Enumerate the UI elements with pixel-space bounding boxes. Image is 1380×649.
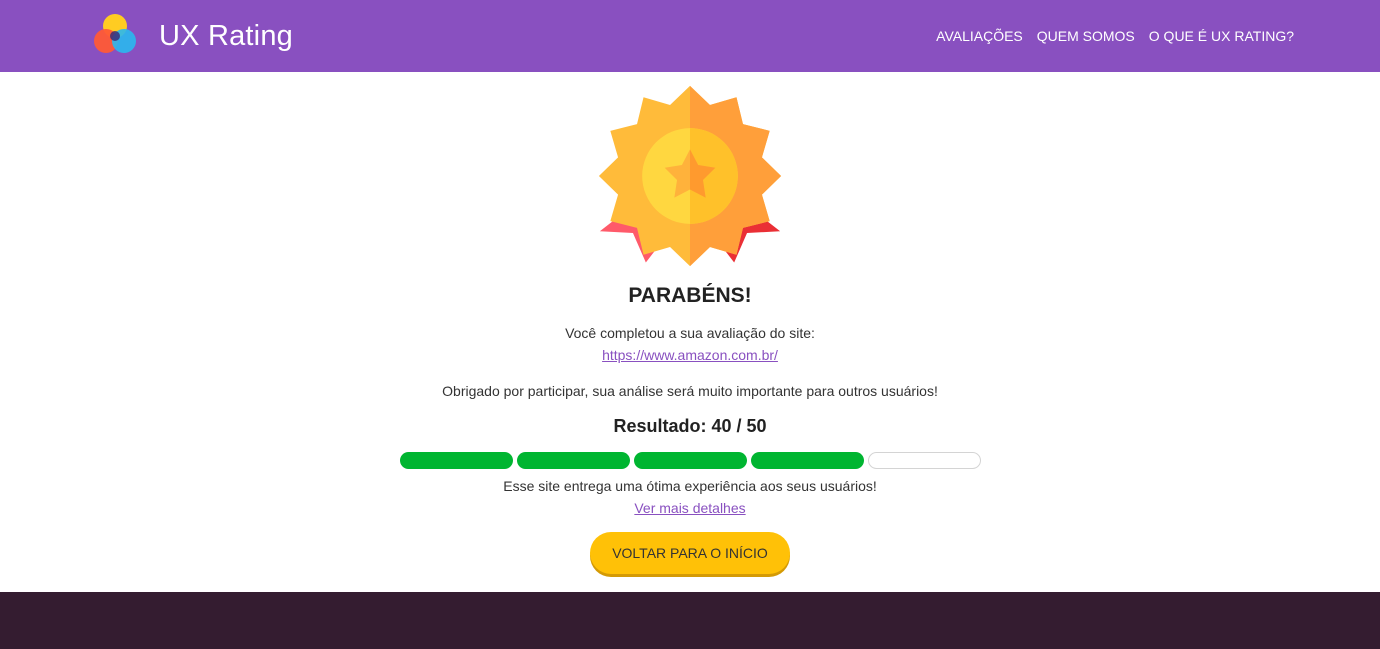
rating-segment-filled — [517, 452, 630, 469]
details-link[interactable]: Ver mais detalhes — [634, 500, 745, 516]
rating-segment-filled — [751, 452, 864, 469]
rating-segment-filled — [634, 452, 747, 469]
ux-rating-logo-icon — [94, 14, 136, 53]
brand-name: UX Rating — [159, 19, 293, 52]
experience-text: Esse site entrega uma ótima experiência … — [503, 478, 877, 494]
completed-text: Você completou a sua avaliação do site: — [565, 325, 815, 341]
site-url-line: https://www.amazon.com.br/ — [0, 347, 1380, 363]
result-section: PARABÉNS! Você completou a sua avaliação… — [0, 72, 1380, 592]
details-line: Ver mais detalhes — [0, 500, 1380, 516]
back-to-home-button[interactable]: VOLTAR PARA O INÍCIO — [590, 532, 790, 574]
brand-link[interactable]: UX Rating — [92, 12, 293, 60]
site-url-link[interactable]: https://www.amazon.com.br/ — [602, 347, 778, 363]
result-score: Resultado: 40 / 50 — [613, 416, 767, 436]
rating-segment-filled — [400, 452, 513, 469]
page-title: PARABÉNS! — [628, 284, 752, 307]
footer — [0, 592, 1380, 649]
rating-progress-bar — [400, 452, 982, 470]
medal-award-icon — [598, 85, 782, 267]
nav-link-quem-somos[interactable]: QUEM SOMOS — [1037, 26, 1135, 46]
thanks-text: Obrigado por participar, sua análise ser… — [442, 383, 938, 399]
rating-segment-empty — [868, 452, 981, 469]
top-navbar: UX Rating AVALIAÇÕES QUEM SOMOS O QUE É … — [0, 0, 1380, 72]
nav-link-o-que-e-ux-rating[interactable]: O QUE É UX RATING? — [1149, 26, 1294, 46]
nav-link-avaliacoes[interactable]: AVALIAÇÕES — [936, 26, 1023, 46]
main-nav: AVALIAÇÕES QUEM SOMOS O QUE É UX RATING? — [922, 26, 1294, 46]
